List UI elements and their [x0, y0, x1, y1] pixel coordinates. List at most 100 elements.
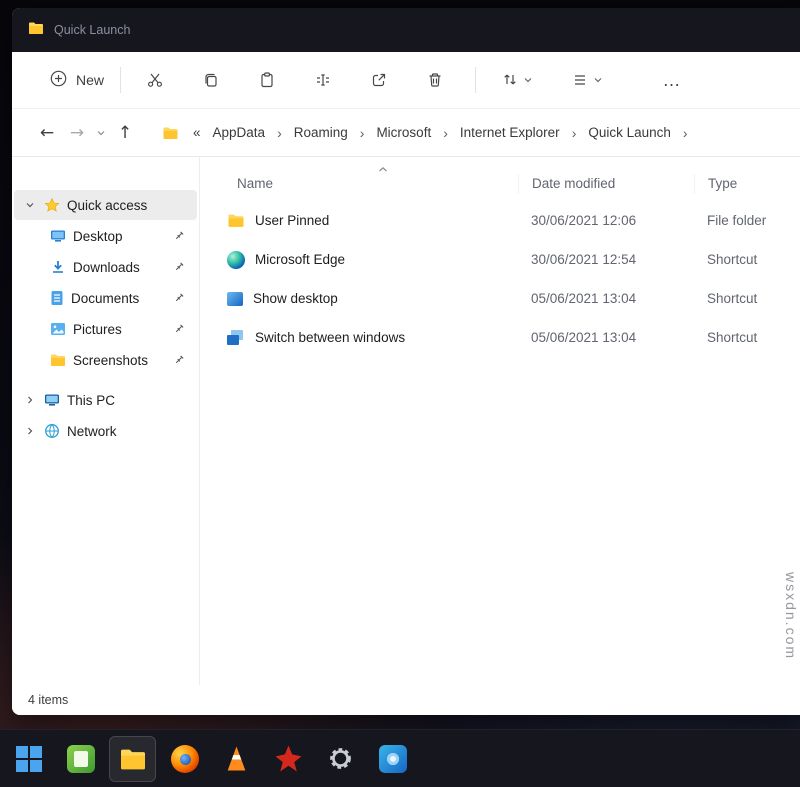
cut-icon [146, 71, 164, 89]
new-button[interactable]: New [38, 62, 116, 98]
recent-locations-button[interactable] [92, 118, 110, 148]
sidebar-item-network[interactable]: Network [14, 416, 197, 446]
breadcrumb-segment[interactable]: Roaming [288, 120, 354, 145]
taskbar-settings[interactable] [317, 736, 364, 782]
more-button[interactable]: … [652, 60, 692, 100]
folder-icon [227, 213, 245, 228]
cut-button[interactable] [135, 60, 175, 100]
file-row[interactable]: Show desktop 05/06/2021 13:04 Shortcut [218, 279, 800, 318]
new-button-label: New [76, 72, 104, 88]
sidebar-item-label: Desktop [73, 229, 123, 244]
media-app-icon [379, 745, 407, 773]
file-row[interactable]: User Pinned 30/06/2021 12:06 File folder [218, 201, 800, 240]
share-button[interactable] [359, 60, 399, 100]
breadcrumb-segment[interactable]: AppData [207, 120, 272, 145]
file-type: Shortcut [694, 291, 800, 306]
taskbar [0, 729, 800, 787]
vlc-icon [224, 747, 250, 771]
view-button[interactable] [560, 60, 614, 100]
window-title: Quick Launch [54, 23, 130, 37]
chevron-right-icon: › [356, 125, 369, 141]
chevron-right-icon: › [568, 125, 581, 141]
column-header-type[interactable]: Type [694, 174, 800, 194]
red-app-icon [276, 746, 302, 772]
navigation-pane: Quick access Desktop Downloads [12, 157, 200, 685]
firefox-icon [171, 745, 199, 773]
rename-button[interactable] [303, 60, 343, 100]
sidebar-item-label: Documents [71, 291, 139, 306]
sidebar-item-label: Quick access [67, 198, 147, 213]
chevron-right-icon[interactable] [22, 426, 37, 436]
sidebar-item-screenshots[interactable]: Screenshots [14, 345, 197, 375]
sort-button[interactable] [490, 60, 544, 100]
sidebar-item-label: This PC [67, 393, 115, 408]
sidebar-item-desktop[interactable]: Desktop [14, 221, 197, 251]
chevron-right-icon: › [679, 125, 692, 141]
sidebar-item-label: Network [67, 424, 117, 439]
breadcrumb-segment[interactable]: Microsoft [370, 120, 437, 145]
up-button[interactable]: ↑ [110, 118, 140, 148]
desktop-background: Quick Launch New [0, 0, 800, 787]
sidebar-item-this-pc[interactable]: This PC [14, 385, 197, 415]
chevron-down-icon[interactable] [22, 200, 37, 210]
file-date-modified: 05/06/2021 13:04 [518, 330, 694, 345]
file-name: User Pinned [255, 213, 329, 228]
file-explorer-icon [119, 747, 147, 771]
copy-button[interactable] [191, 60, 231, 100]
star-icon [44, 197, 60, 213]
taskbar-app-green[interactable] [57, 736, 104, 782]
download-icon [50, 259, 66, 275]
delete-button[interactable] [415, 60, 455, 100]
folder-icon [28, 21, 44, 40]
share-icon [370, 71, 388, 89]
taskbar-app-red[interactable] [265, 736, 312, 782]
sidebar-item-label: Downloads [73, 260, 140, 275]
column-header-date-modified[interactable]: Date modified [518, 174, 694, 194]
document-icon [50, 290, 64, 306]
paste-button[interactable] [247, 60, 287, 100]
back-button[interactable]: ← [32, 118, 62, 148]
pin-icon [173, 230, 185, 242]
file-type: Shortcut [694, 252, 800, 267]
breadcrumb-overflow[interactable]: « [183, 125, 205, 140]
file-explorer-window: Quick Launch New [12, 8, 800, 715]
sidebar-item-pictures[interactable]: Pictures [14, 314, 197, 344]
taskbar-vlc[interactable] [213, 736, 260, 782]
sort-ascending-icon [378, 161, 388, 176]
folder-icon [162, 126, 179, 140]
sidebar-item-downloads[interactable]: Downloads [14, 252, 197, 282]
view-icon [571, 71, 589, 89]
chevron-down-icon [96, 128, 106, 138]
chevron-right-icon[interactable] [22, 395, 37, 405]
window-titlebar[interactable]: Quick Launch [12, 8, 800, 52]
picture-icon [50, 322, 66, 336]
status-bar: 4 items [12, 685, 800, 715]
toolbar-separator [120, 67, 121, 93]
breadcrumb-segment[interactable]: Internet Explorer [454, 120, 566, 145]
taskbar-file-explorer[interactable] [109, 736, 156, 782]
start-button[interactable] [5, 736, 52, 782]
sidebar-item-documents[interactable]: Documents [14, 283, 197, 313]
switch-windows-icon [227, 330, 245, 346]
copy-icon [202, 71, 220, 89]
show-desktop-icon [227, 292, 243, 306]
pin-icon [173, 354, 185, 366]
taskbar-media-app[interactable] [369, 736, 416, 782]
monitor-icon [50, 229, 66, 243]
pin-icon [173, 323, 185, 335]
breadcrumb: « AppData › Roaming › Microsoft › Intern… [162, 120, 692, 145]
breadcrumb-segment[interactable]: Quick Launch [582, 120, 677, 145]
sidebar-item-quick-access[interactable]: Quick access [14, 190, 197, 220]
watermark: wsxdn.com [783, 572, 799, 660]
file-list: Name Date modified Type User Pinned 30/0… [200, 157, 800, 685]
file-date-modified: 30/06/2021 12:06 [518, 213, 694, 228]
file-date-modified: 05/06/2021 13:04 [518, 291, 694, 306]
chevron-down-icon [593, 75, 603, 85]
forward-button[interactable]: → [62, 118, 92, 148]
pin-icon [173, 292, 185, 304]
column-headers: Name Date modified Type [218, 167, 800, 201]
file-row[interactable]: Switch between windows 05/06/2021 13:04 … [218, 318, 800, 357]
taskbar-firefox[interactable] [161, 736, 208, 782]
file-row[interactable]: Microsoft Edge 30/06/2021 12:54 Shortcut [218, 240, 800, 279]
column-header-name[interactable]: Name [218, 174, 518, 194]
